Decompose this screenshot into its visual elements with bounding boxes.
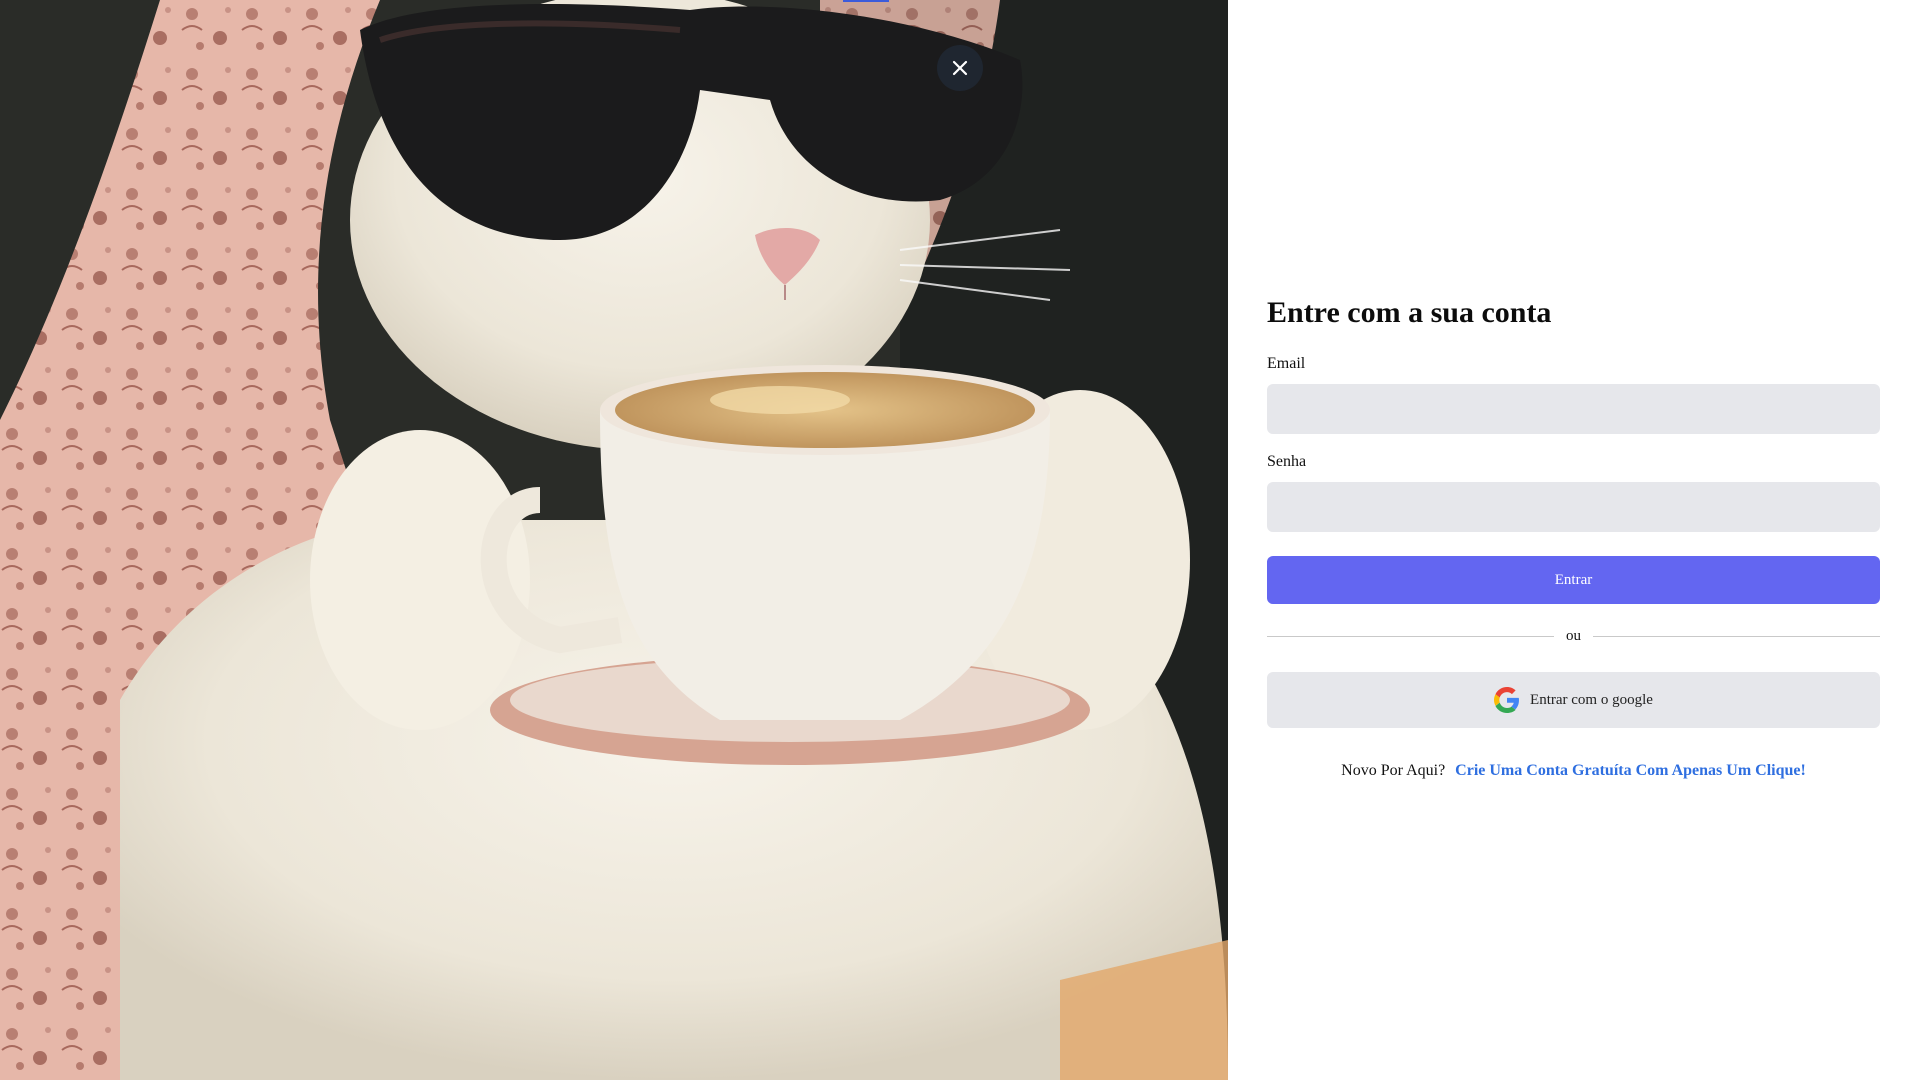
google-login-label: Entrar com o google (1530, 691, 1653, 708)
login-button[interactable]: Entrar (1267, 556, 1880, 604)
close-icon (952, 60, 968, 76)
signup-row: Novo Por Aqui? Crie Uma Conta Gratuíta C… (1267, 762, 1880, 780)
login-page: Entre com a sua conta Email Senha Entrar… (0, 0, 1920, 1080)
password-label: Senha (1267, 453, 1307, 470)
google-login-button[interactable]: Entrar com o google (1267, 672, 1880, 728)
divider: ou (1267, 626, 1880, 646)
signup-prompt: Novo Por Aqui? (1341, 762, 1446, 779)
divider-line-left (1267, 635, 1554, 637)
cat-photo-illustration (0, 0, 1228, 1080)
divider-line-right (1593, 635, 1880, 637)
close-button[interactable] (937, 45, 983, 91)
email-label: Email (1267, 355, 1306, 372)
top-progress-indicator (843, 0, 889, 2)
password-field[interactable] (1267, 482, 1880, 532)
login-form: Entre com a sua conta Email Senha Entrar… (1267, 0, 1880, 1080)
divider-text: ou (1566, 627, 1581, 644)
cat-photo (0, 0, 1228, 1080)
signup-link[interactable]: Crie Uma Conta Gratuíta Com Apenas Um Cl… (1455, 762, 1806, 779)
page-title: Entre com a sua conta (1267, 296, 1552, 329)
google-icon (1494, 687, 1520, 713)
email-field[interactable] (1267, 384, 1880, 434)
